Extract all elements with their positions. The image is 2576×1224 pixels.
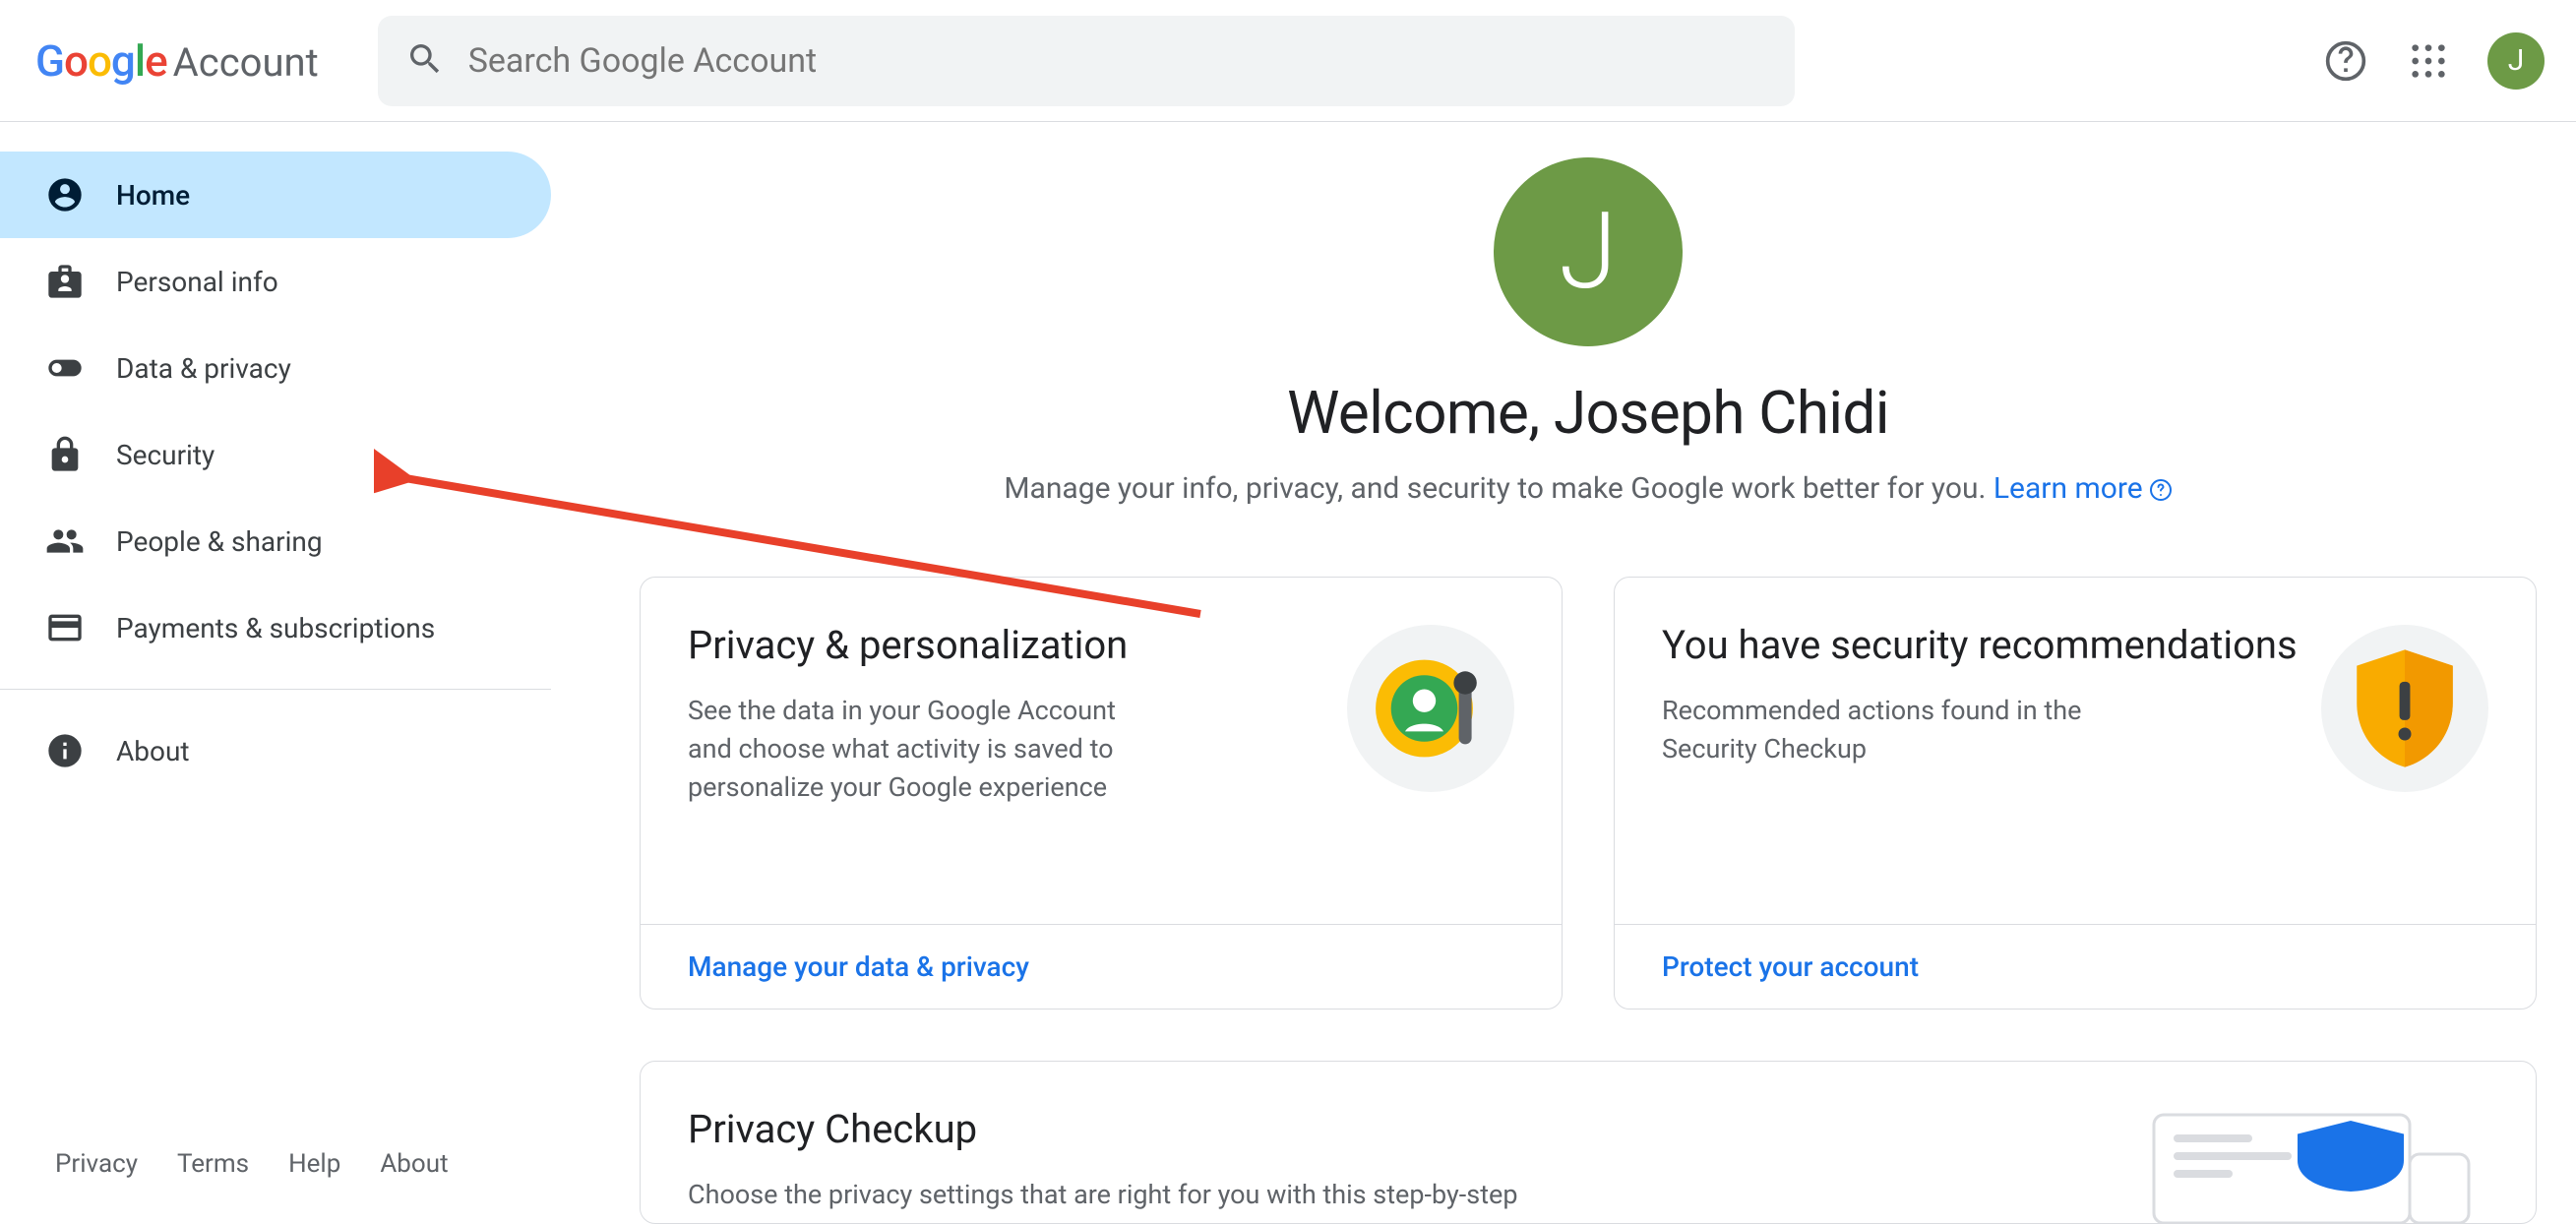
search-bar[interactable] — [378, 16, 1795, 106]
google-logo: Google — [35, 35, 167, 87]
sidebar-divider — [0, 689, 551, 690]
footer-link-help[interactable]: Help — [288, 1149, 340, 1179]
sidebar-item-label: Security — [116, 439, 215, 471]
subheading: Manage your info, privacy, and security … — [640, 471, 2537, 506]
card-desc: Recommended actions found in the Securit… — [1662, 692, 2134, 768]
card-icon — [45, 608, 85, 647]
profile-avatar[interactable]: J — [1494, 157, 1683, 346]
sidebar-item-label: Home — [116, 179, 190, 212]
badge-icon — [45, 262, 85, 301]
sidebar-item-data-privacy[interactable]: Data & privacy — [0, 325, 551, 411]
header-actions: J — [2322, 32, 2545, 90]
sidebar-item-personal-info[interactable]: Personal info — [0, 238, 551, 325]
sidebar-item-about[interactable]: About — [0, 707, 551, 794]
header: Google Account J — [0, 0, 2576, 122]
privacy-illustration — [1347, 625, 1514, 792]
toggle-icon — [45, 348, 85, 388]
card-title: Privacy & personalization — [688, 621, 1323, 670]
sidebar-footer: Privacy Terms Help About — [0, 1149, 551, 1218]
card-security-recommendations: You have security recommendations Recomm… — [1614, 577, 2537, 1010]
footer-link-terms[interactable]: Terms — [177, 1149, 249, 1179]
footer-link-privacy[interactable]: Privacy — [55, 1149, 138, 1179]
card-cta-manage-privacy[interactable]: Manage your data & privacy — [641, 924, 1562, 1009]
card-title: Privacy Checkup — [688, 1105, 2111, 1154]
learn-more-link[interactable]: Learn more — [1993, 471, 2173, 506]
search-icon — [405, 39, 445, 83]
card-desc: Choose the privacy settings that are rig… — [688, 1176, 1573, 1214]
external-help-icon — [2149, 478, 2173, 502]
card-desc: See the data in your Google Account and … — [688, 692, 1160, 807]
card-title: You have security recommendations — [1662, 621, 2298, 670]
sidebar-item-payments[interactable]: Payments & subscriptions — [0, 584, 551, 671]
main-content: J Welcome, Joseph Chidi Manage your info… — [551, 122, 2576, 1218]
card-privacy-personalization: Privacy & personalization See the data i… — [640, 577, 1563, 1010]
sidebar-item-label: People & sharing — [116, 525, 323, 558]
search-input[interactable] — [468, 41, 1767, 81]
product-name: Account — [173, 39, 319, 86]
card-privacy-checkup: Privacy Checkup Choose the privacy setti… — [640, 1061, 2537, 1224]
people-icon — [45, 521, 85, 561]
sidebar-item-label: Payments & subscriptions — [116, 612, 435, 644]
account-circle-icon — [45, 175, 85, 214]
avatar-button[interactable]: J — [2487, 32, 2545, 90]
info-icon — [45, 731, 85, 770]
sidebar: Home Personal info Data & privacy Securi… — [0, 122, 551, 1218]
apps-grid-icon[interactable] — [2405, 37, 2452, 85]
welcome-heading: Welcome, Joseph Chidi — [640, 378, 2537, 448]
sidebar-item-home[interactable]: Home — [0, 152, 551, 238]
google-account-logo[interactable]: Google Account — [35, 35, 319, 87]
sidebar-item-security[interactable]: Security — [0, 411, 551, 498]
help-icon[interactable] — [2322, 37, 2369, 85]
sidebar-item-label: Personal info — [116, 266, 278, 298]
sidebar-item-label: About — [116, 735, 190, 767]
sidebar-item-people-sharing[interactable]: People & sharing — [0, 498, 551, 584]
footer-link-about[interactable]: About — [380, 1149, 448, 1179]
privacy-checkup-illustration — [2134, 1105, 2488, 1223]
card-cta-protect-account[interactable]: Protect your account — [1615, 924, 2536, 1009]
subheading-text: Manage your info, privacy, and security … — [1004, 471, 1993, 506]
sidebar-item-label: Data & privacy — [116, 352, 291, 385]
shield-warning-icon — [2321, 625, 2488, 792]
lock-icon — [45, 435, 85, 474]
